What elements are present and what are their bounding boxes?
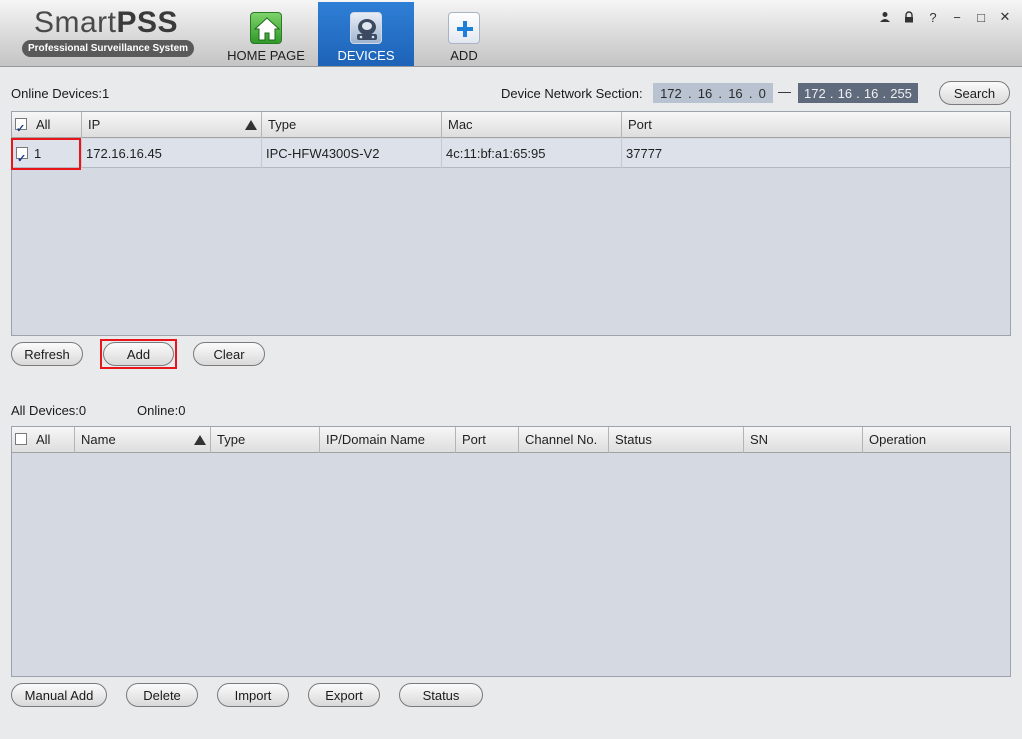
table-row[interactable]: 1 172.16.16.45 IPC-HFW4300S-V2 4c:11:bf:… xyxy=(12,139,1010,174)
home-icon xyxy=(250,12,282,44)
title-bar: SmartPSS Professional Surveillance Syste… xyxy=(0,0,1022,67)
row-ip: 172.16.16.45 xyxy=(82,139,262,168)
column-channel-no[interactable]: Channel No. xyxy=(519,427,609,453)
row-port: 37777 xyxy=(626,146,663,161)
logo-subtitle: Professional Surveillance System xyxy=(22,40,194,57)
nav-home-label: HOME PAGE xyxy=(227,48,305,63)
column-all-label: All xyxy=(36,117,51,132)
sort-ascending-icon xyxy=(245,120,257,130)
export-button[interactable]: Export xyxy=(308,683,380,707)
manual-add-button[interactable]: Manual Add xyxy=(11,683,107,707)
refresh-button[interactable]: Refresh xyxy=(11,342,83,366)
nav-home-page[interactable]: HOME PAGE xyxy=(218,2,314,66)
maximize-button[interactable]: □ xyxy=(972,8,990,26)
nav-add[interactable]: ADD xyxy=(416,2,512,66)
column-operation[interactable]: Operation xyxy=(863,427,1010,453)
column-port[interactable]: Port xyxy=(456,427,519,453)
row-mac: 4c:11:bf:a1:65:95 xyxy=(442,139,622,168)
ip-start-octet-4: 0 xyxy=(758,85,766,101)
row-index: 1 xyxy=(34,146,42,161)
select-all-checkbox[interactable] xyxy=(15,116,27,142)
online-devices-table: All IP Type Mac Port 1 172.16.16.45 IPC-… xyxy=(11,111,1011,336)
add-plus-icon xyxy=(448,12,480,44)
online-count: Online:0 xyxy=(137,403,186,418)
ip-start-input[interactable]: 172. 16. 16. 0 xyxy=(653,83,773,103)
row-checkbox[interactable] xyxy=(16,145,28,174)
column-all-label: All xyxy=(36,432,51,447)
all-devices-table-header: All Name Type IP/Domain Name Port Channe… xyxy=(12,427,1010,453)
ip-end-input[interactable]: 172. 16. 16. 255 xyxy=(798,83,918,103)
column-ip[interactable]: IP xyxy=(82,112,262,138)
column-name[interactable]: Name xyxy=(75,427,211,453)
column-sn[interactable]: SN xyxy=(744,427,863,453)
nav-devices-label: DEVICES xyxy=(337,48,395,63)
window-controls: ? − □ ✕ xyxy=(876,8,1014,26)
column-all[interactable]: All xyxy=(12,427,75,453)
select-all-checkbox[interactable] xyxy=(15,433,27,445)
ip-end-octet-1: 172 xyxy=(804,85,826,101)
ip-range-separator: — xyxy=(778,84,791,99)
row-type: IPC-HFW4300S-V2 xyxy=(262,139,442,168)
app-logo: SmartPSS Professional Surveillance Syste… xyxy=(22,6,194,58)
user-icon[interactable] xyxy=(876,8,894,26)
help-button[interactable]: ? xyxy=(924,8,942,26)
status-button[interactable]: Status xyxy=(399,683,483,707)
column-port[interactable]: Port xyxy=(622,112,1010,138)
import-button[interactable]: Import xyxy=(217,683,289,707)
all-devices-table: All Name Type IP/Domain Name Port Channe… xyxy=(11,426,1011,677)
online-table-header: All IP Type Mac Port xyxy=(12,112,1010,142)
nav-devices[interactable]: DEVICES xyxy=(318,2,414,66)
column-status[interactable]: Status xyxy=(609,427,744,453)
column-type[interactable]: Type xyxy=(262,112,442,138)
row-select-cell[interactable]: 1 xyxy=(12,139,82,174)
network-section-label: Device Network Section: xyxy=(501,86,643,101)
logo-title: SmartPSS xyxy=(34,6,179,39)
ip-start-octet-1: 172 xyxy=(660,85,682,101)
ip-end-octet-2: 16 xyxy=(837,85,853,101)
column-ip-label: IP xyxy=(88,117,101,132)
lock-icon[interactable] xyxy=(900,8,918,26)
sort-ascending-icon xyxy=(194,435,206,445)
ip-start-octet-2: 16 xyxy=(697,85,713,101)
delete-button[interactable]: Delete xyxy=(126,683,198,707)
online-devices-count: Online Devices:1 xyxy=(11,86,110,101)
column-ip-domain[interactable]: IP/Domain Name xyxy=(320,427,456,453)
ip-end-octet-3: 16 xyxy=(863,85,879,101)
search-button[interactable]: Search xyxy=(939,81,1010,105)
all-devices-count: All Devices:0 xyxy=(11,403,87,418)
add-button[interactable]: Add xyxy=(103,342,174,366)
column-all[interactable]: All xyxy=(12,112,82,142)
ip-start-octet-3: 16 xyxy=(728,85,743,101)
column-type[interactable]: Type xyxy=(211,427,320,453)
device-camera-icon xyxy=(350,12,382,44)
close-button[interactable]: ✕ xyxy=(996,8,1014,26)
column-name-label: Name xyxy=(81,432,116,447)
nav-add-label: ADD xyxy=(450,48,478,63)
clear-button[interactable]: Clear xyxy=(193,342,265,366)
minimize-button[interactable]: − xyxy=(948,8,966,26)
column-mac[interactable]: Mac xyxy=(442,112,622,138)
ip-end-octet-4: 255 xyxy=(890,85,912,101)
